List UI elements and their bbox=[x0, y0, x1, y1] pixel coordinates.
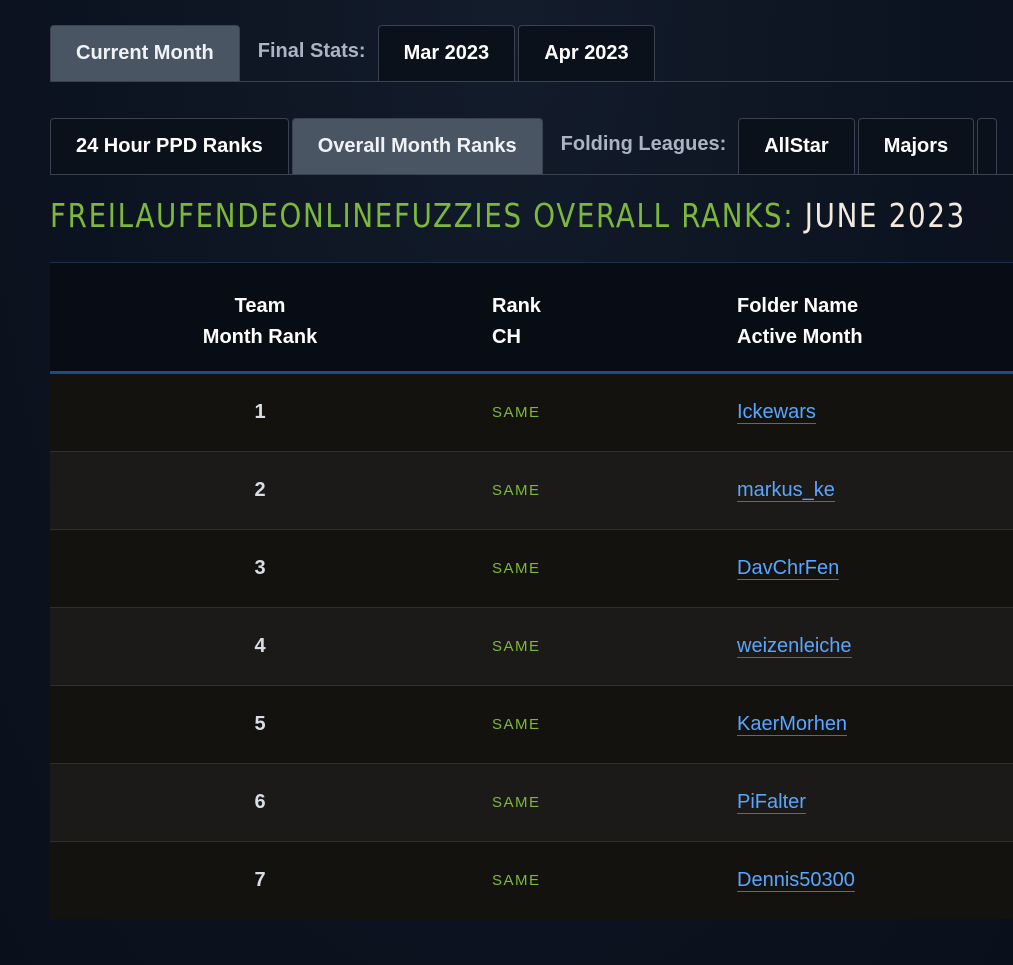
folder-name-link[interactable]: PiFalter bbox=[737, 791, 806, 814]
folder-name-cell: PiFalter bbox=[737, 764, 806, 841]
table-row: 4 SAME weizenleiche bbox=[50, 608, 1013, 686]
tab-league-allstar[interactable]: AllStar bbox=[738, 118, 855, 174]
month-rank-cell: 6 bbox=[254, 791, 266, 813]
header-line: Rank bbox=[492, 295, 541, 317]
table-row: 3 SAME DavChrFen bbox=[50, 530, 1013, 608]
rank-change-cell: SAME bbox=[492, 404, 541, 421]
header-line: Month Rank bbox=[202, 326, 318, 348]
rank-change-cell: SAME bbox=[492, 872, 541, 889]
folder-name-cell: Ickewars bbox=[737, 374, 816, 451]
header-folder-name: Folder Name Active Month bbox=[737, 291, 863, 353]
folder-name-link[interactable]: DavChrFen bbox=[737, 557, 840, 580]
folder-name-cell: weizenleiche bbox=[737, 608, 852, 685]
folder-name-link[interactable]: markus_ke bbox=[737, 479, 835, 502]
tab-league-majors[interactable]: Majors bbox=[857, 118, 975, 174]
header-rank-ch: Rank CH bbox=[492, 291, 541, 353]
table-header: Team Month Rank Rank CH Folder Name Acti… bbox=[50, 263, 1013, 374]
rank-change-cell: SAME bbox=[492, 560, 541, 577]
ranks-table: Team Month Rank Rank CH Folder Name Acti… bbox=[50, 262, 1013, 919]
folder-name-link[interactable]: Dennis50300 bbox=[737, 869, 855, 892]
folder-name-link[interactable]: weizenleiche bbox=[737, 635, 852, 658]
table-row: 5 SAME KaerMorhen bbox=[50, 686, 1013, 764]
header-line: Active Month bbox=[737, 326, 863, 348]
folder-name-cell: KaerMorhen bbox=[737, 686, 848, 763]
table-row: 7 SAME Dennis50300 bbox=[50, 842, 1013, 919]
final-stats-label: Final Stats: bbox=[257, 39, 366, 62]
table-row: 2 SAME markus_ke bbox=[50, 452, 1013, 530]
rank-change-cell: SAME bbox=[492, 482, 541, 499]
folding-leagues-label: Folding Leagues: bbox=[560, 132, 727, 155]
month-rank-cell: 5 bbox=[254, 713, 266, 735]
page-title: FreilaufendeOnlineFuzzies Overall Ranks:… bbox=[50, 196, 966, 235]
folder-name-link[interactable]: Ickewars bbox=[737, 401, 816, 424]
tab-overall-month-ranks[interactable]: Overall Month Ranks bbox=[291, 118, 543, 174]
rank-tab-bar: 24 Hour PPD Ranks Overall Month Ranks Fo… bbox=[50, 118, 1013, 175]
header-line: Team bbox=[234, 295, 286, 317]
rank-change-cell: SAME bbox=[492, 794, 541, 811]
month-rank-cell: 2 bbox=[254, 479, 266, 501]
month-rank-cell: 4 bbox=[254, 635, 266, 657]
table-row: 6 SAME PiFalter bbox=[50, 764, 1013, 842]
rank-change-cell: SAME bbox=[492, 716, 541, 733]
month-rank-cell: 3 bbox=[254, 557, 266, 579]
tab-24-hour-ppd-ranks[interactable]: 24 Hour PPD Ranks bbox=[50, 118, 289, 174]
month-rank-cell: 1 bbox=[254, 401, 266, 423]
tab-current-month[interactable]: Current Month bbox=[50, 25, 240, 81]
month-rank-cell: 7 bbox=[254, 869, 266, 891]
tab-mar-2023[interactable]: Mar 2023 bbox=[377, 25, 516, 81]
rank-change-cell: SAME bbox=[492, 638, 541, 655]
folder-name-cell: markus_ke bbox=[737, 452, 835, 529]
header-team-month-rank: Team Month Rank bbox=[50, 291, 470, 353]
tab-apr-2023[interactable]: Apr 2023 bbox=[518, 25, 655, 81]
folder-name-cell: DavChrFen bbox=[737, 530, 840, 607]
folder-name-link[interactable]: KaerMorhen bbox=[737, 713, 848, 736]
header-line: Folder Name bbox=[737, 295, 859, 317]
header-line: CH bbox=[492, 326, 521, 348]
title-team-ranks: FreilaufendeOnlineFuzzies Overall Ranks: bbox=[50, 196, 795, 235]
title-month: June 2023 bbox=[804, 196, 966, 235]
page: Current Month Final Stats: Mar 2023 Apr … bbox=[0, 0, 1013, 965]
folder-name-cell: Dennis50300 bbox=[737, 842, 855, 919]
table-row: 1 SAME Ickewars bbox=[50, 374, 1013, 452]
tab-league-partial[interactable] bbox=[977, 118, 998, 174]
month-tab-bar: Current Month Final Stats: Mar 2023 Apr … bbox=[50, 25, 1013, 82]
